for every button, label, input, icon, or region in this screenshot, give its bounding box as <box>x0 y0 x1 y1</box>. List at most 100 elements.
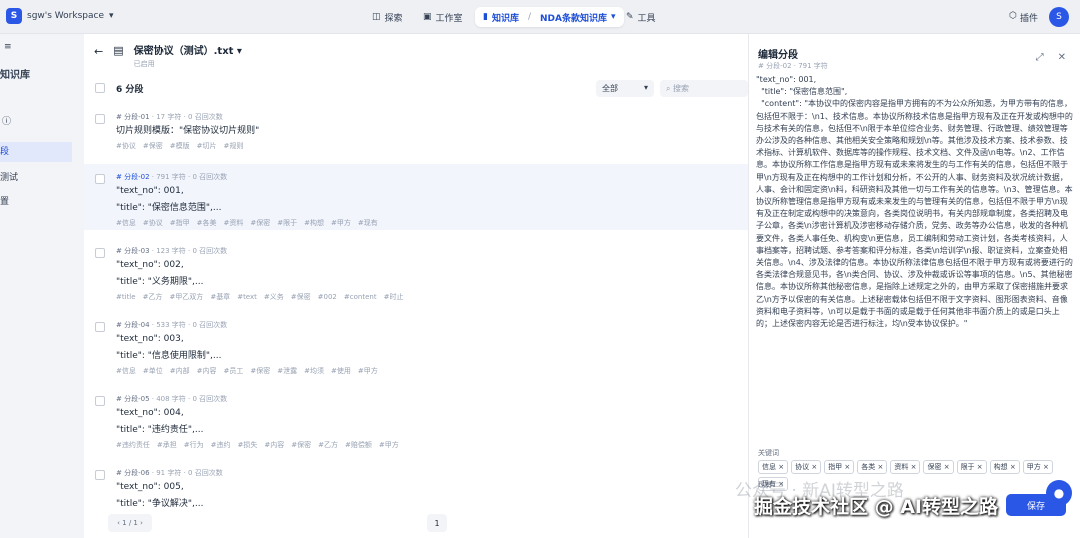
nav-tools-label: 工具 <box>637 13 656 24</box>
segment-checkbox[interactable] <box>95 174 105 184</box>
segment-text-line: "title": "信息使用限制",... <box>116 351 222 361</box>
segment-item[interactable]: # 分段-05 · 408 字符 · 0 召回次数 "text_no": 004… <box>84 386 748 452</box>
keyword-chip[interactable]: 协议 × <box>791 460 822 474</box>
search-placeholder: 搜索 <box>673 84 690 93</box>
sidebar-item-test[interactable]: 测试 <box>0 170 18 183</box>
sidebar: ≡ 知识库 ⓘ 段 测试 置 <box>0 34 84 538</box>
page-number[interactable]: 1 <box>427 514 447 532</box>
segment-text-line: "text_no": 005, <box>116 482 184 492</box>
segment-item[interactable]: # 分段-03 · 123 字符 · 0 召回次数 "text_no": 002… <box>84 238 748 304</box>
workspace-logo: S <box>6 8 22 24</box>
segment-meta: # 分段-06 · 91 字符 · 0 召回次数 <box>116 469 223 477</box>
sidebar-item-settings[interactable]: 置 <box>0 194 9 207</box>
keyword-chip[interactable]: 保密 × <box>923 460 954 474</box>
segment-checkbox[interactable] <box>95 396 105 406</box>
watermark: 掘金技术社区 @ AI转型之路 <box>754 496 999 518</box>
sidebar-item-segments[interactable]: 段 <box>0 142 72 162</box>
chevron-down-icon: ▾ <box>108 11 114 21</box>
book-icon: ▮ <box>483 12 488 22</box>
keyword-chip[interactable]: 指甲 × <box>824 460 855 474</box>
keyword-chip[interactable]: 信息 × <box>758 460 789 474</box>
nav-knowledge-label: 知识库 <box>491 13 519 24</box>
plugins-label: 插件 <box>1019 14 1038 24</box>
next-icon[interactable]: › <box>140 519 143 527</box>
segment-text-line: "text_no": 004, <box>116 408 184 418</box>
segment-text-line: "title": "保密信息范围",... <box>116 203 222 213</box>
pager-label: 1 / 1 <box>122 519 138 527</box>
chat-icon: ● <box>1053 486 1065 500</box>
studio-icon: ▣ <box>423 12 432 22</box>
document-main: ← ▤ 保密协议（测试）.txt ▾ 已启用 6 分段 全部 ▾ ⌕ 搜索 # 分… <box>84 34 748 538</box>
segment-tags: #信息 #单位 #内部 #内容 #员工 #保密 #泄露 #均须 #使用 #甲方 <box>116 367 378 375</box>
select-all-checkbox[interactable] <box>95 83 105 93</box>
edit-segment-panel: 编辑分段 # 分段-02 · 791 字符 ⤢ ✕ "text_no": 001… <box>748 34 1080 538</box>
segment-tags: #违约责任 #承担 #行为 #违约 #损失 #内容 #保密 #乙方 #赔偿额 #甲方 <box>116 441 399 449</box>
top-bar: S sgw's Workspace ▾ ◫ 探索 ▣ 工作室 ▮ 知识库 / N… <box>0 0 1080 34</box>
segment-text-line: "text_no": 001, <box>116 186 184 196</box>
avatar[interactable]: S <box>1049 7 1069 27</box>
expand-icon[interactable]: ⤢ <box>1036 52 1044 63</box>
segment-text: 切片规则模版："保密协议切片规则" <box>116 126 260 136</box>
keyword-chip[interactable]: 限于 × <box>956 460 987 474</box>
compass-icon: ◫ <box>372 12 381 22</box>
nav-explore-label: 探索 <box>384 13 403 24</box>
segment-text-line: "text_no": 003, <box>116 334 184 344</box>
workspace-name: sgw's Workspace <box>27 11 104 21</box>
nav-studio[interactable]: ▣ 工作室 <box>423 7 463 27</box>
document-header: ← ▤ 保密协议（测试）.txt ▾ 已启用 <box>94 42 242 69</box>
search-input[interactable]: ⌕ 搜索 <box>660 80 748 97</box>
nav-knowledge[interactable]: ▮ 知识库 / NDA条款知识库 ▾ <box>475 7 624 27</box>
filter-value: 全部 <box>602 84 618 93</box>
segment-meta: # 分段-02 · 791 字符 · 0 召回次数 <box>116 173 228 181</box>
segment-content-editor[interactable]: "text_no": 001, "title": "保密信息范围", "cont… <box>756 74 1074 444</box>
close-icon[interactable]: ✕ <box>1058 52 1066 63</box>
keyword-chip[interactable]: 资料 × <box>890 460 921 474</box>
tool-icon: ✎ <box>626 12 634 22</box>
sidebar-menu-icon[interactable]: ≡ <box>4 42 12 52</box>
keyword-chip[interactable]: 甲方 × <box>1022 460 1053 474</box>
filter-select[interactable]: 全部 ▾ <box>596 80 654 97</box>
nav-tools[interactable]: ✎ 工具 <box>626 7 656 27</box>
chevron-down-icon: ▾ <box>643 83 648 92</box>
document-title[interactable]: 保密协议（测试）.txt ▾ <box>134 42 242 57</box>
keywords-label: 关键词 <box>758 449 779 457</box>
segment-tags: #信息 #协议 #指甲 #各美 #资料 #保密 #限于 #构想 #甲方 #现有 <box>116 219 378 227</box>
document-status: 已启用 <box>133 60 155 68</box>
prev-icon[interactable]: ‹ <box>117 519 120 527</box>
segment-meta: # 分段-03 · 123 字符 · 0 召回次数 <box>116 247 228 255</box>
segment-checkbox[interactable] <box>95 322 105 332</box>
segment-count: 6 分段 <box>116 85 144 95</box>
segment-tags: #协议 #保密 #模版 #切片 #规则 <box>116 142 244 150</box>
keyword-chip[interactable]: 各类 × <box>857 460 888 474</box>
segment-item[interactable]: # 分段-06 · 91 字符 · 0 召回次数 "text_no": 005,… <box>84 460 748 509</box>
search-icon: ⌕ <box>666 84 671 93</box>
segment-item-active[interactable]: # 分段-02 · 791 字符 · 0 召回次数 "text_no": 001… <box>84 164 748 230</box>
keyword-chip[interactable]: 构想 × <box>989 460 1020 474</box>
file-icon: ▤ <box>113 44 124 57</box>
nav-explore[interactable]: ◫ 探索 <box>372 7 403 27</box>
segment-text-line: "text_no": 002, <box>116 260 184 270</box>
segment-tags: #title #乙方 #甲乙双方 #基章 #text #义务 #保密 #002 #content… <box>116 293 404 301</box>
plugin-icon: ⬡ <box>1009 11 1017 21</box>
nav-separator: / <box>527 12 532 22</box>
segment-checkbox[interactable] <box>95 114 105 124</box>
segment-text-line: "title": "违约责任",... <box>116 425 204 435</box>
segment-meta: # 分段-05 · 408 字符 · 0 召回次数 <box>116 395 228 403</box>
assistant-fab[interactable]: ● <box>1046 480 1072 506</box>
pagination[interactable]: ‹ 1 / 1 › <box>108 514 152 532</box>
panel-actions: ⤢ ✕ <box>1036 52 1066 63</box>
back-arrow-icon[interactable]: ← <box>94 45 103 58</box>
panel-title: 编辑分段 <box>758 50 798 61</box>
plugins-button[interactable]: ⬡ 插件 <box>1009 11 1038 24</box>
segment-meta: # 分段-01 · 17 字符 · 0 召回次数 <box>116 113 223 121</box>
info-icon[interactable]: ⓘ <box>2 114 11 127</box>
segment-item[interactable]: # 分段-01 · 17 字符 · 0 召回次数 切片规则模版："保密协议切片规… <box>84 104 748 156</box>
segment-item[interactable]: # 分段-04 · 533 字符 · 0 召回次数 "text_no": 003… <box>84 312 748 378</box>
chevron-down-icon: ▾ <box>610 12 616 22</box>
segment-checkbox[interactable] <box>95 248 105 258</box>
workspace-switcher[interactable]: S sgw's Workspace ▾ <box>6 8 114 24</box>
current-knowledge-base[interactable]: NDA条款知识库 <box>540 11 607 24</box>
segment-checkbox[interactable] <box>95 470 105 480</box>
segment-text-line: "title": "争议解决",... <box>116 499 204 509</box>
segment-meta: # 分段-04 · 533 字符 · 0 召回次数 <box>116 321 228 329</box>
